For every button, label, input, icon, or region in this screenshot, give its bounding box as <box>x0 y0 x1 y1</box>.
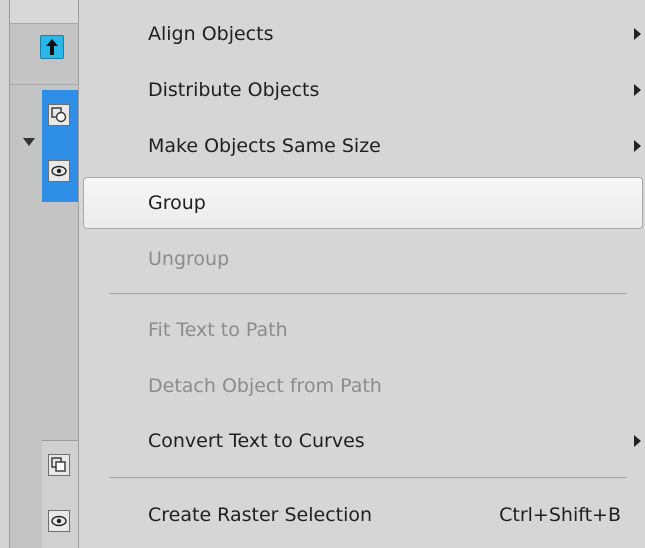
menu-item-make-objects-same-size[interactable]: Make Objects Same Size <box>83 121 643 171</box>
menu-item-fit-text-to-path[interactable]: Fit Text to Path <box>83 305 643 355</box>
panel-divider <box>10 84 82 85</box>
triangle-down-icon[interactable] <box>23 137 35 147</box>
menu-item-label: Distribute Objects <box>148 79 320 101</box>
object-shapes-icon <box>48 104 70 126</box>
eye-icon[interactable] <box>48 510 70 532</box>
menu-item-detach-object-from-path[interactable]: Detach Object from Path <box>83 361 643 411</box>
menu-item-label: Align Objects <box>148 23 274 45</box>
menu-item-label: Ungroup <box>148 248 230 270</box>
move-up-button[interactable] <box>40 35 64 59</box>
triangle-right-icon <box>634 84 641 96</box>
object-shapes-icon <box>48 454 70 476</box>
menu-item-ungroup[interactable]: Ungroup <box>83 234 643 284</box>
triangle-right-icon <box>634 28 641 40</box>
arrow-up-icon <box>46 39 58 55</box>
menu-item-align-objects[interactable]: Align Objects <box>83 9 643 59</box>
menu-item-label: Group <box>148 192 206 214</box>
menu-item-group[interactable]: Group <box>83 177 643 229</box>
menu-item-convert-text-to-curves[interactable]: Convert Text to Curves <box>83 416 643 466</box>
menu-item-label: Detach Object from Path <box>148 375 382 397</box>
menu-item-distribute-objects[interactable]: Distribute Objects <box>83 65 643 115</box>
context-menu: Align Objects Distribute Objects Make Ob… <box>78 0 645 548</box>
menu-item-label: Fit Text to Path <box>148 319 288 341</box>
panel-top-band <box>10 0 82 24</box>
panel-left-edge <box>0 0 10 548</box>
triangle-right-icon <box>634 140 641 152</box>
eye-icon[interactable] <box>48 160 70 182</box>
menu-item-label: Make Objects Same Size <box>148 135 381 157</box>
menu-separator <box>109 477 627 478</box>
menu-item-shortcut: Ctrl+Shift+B <box>499 504 621 526</box>
menu-item-create-raster-selection[interactable]: Create Raster Selection Ctrl+Shift+B <box>83 490 643 540</box>
menu-item-label: Create Raster Selection <box>148 504 373 526</box>
menu-separator <box>109 293 627 294</box>
triangle-right-icon <box>634 435 641 447</box>
menu-item-label: Convert Text to Curves <box>148 430 365 452</box>
